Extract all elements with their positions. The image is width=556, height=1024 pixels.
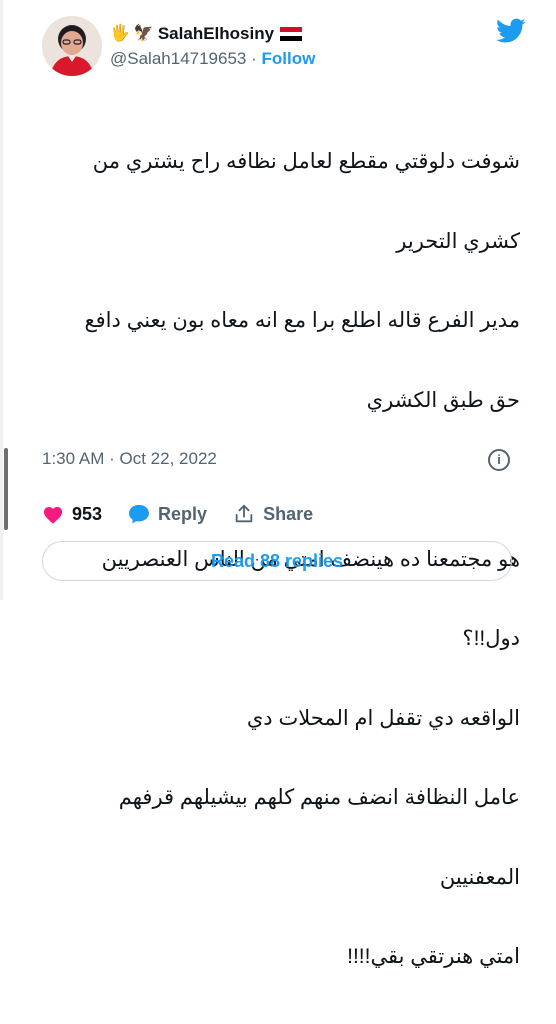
tweet-line: شوفت دلوقتي مقطع لعامل نظافه راح يشتري م… <box>92 150 520 173</box>
author-display-name[interactable]: SalahElhosiny <box>158 23 274 45</box>
handle-separator: · <box>251 49 257 68</box>
egypt-flag-icon <box>280 27 303 41</box>
like-button[interactable]: 953 <box>42 504 102 525</box>
tweet-card: 🖐 🦅 SalahElhosiny @Salah14719653 · Follo… <box>20 0 540 968</box>
follow-button[interactable]: Follow <box>262 49 316 68</box>
tweet-line: امتي هنرتقي بقي!!!! <box>347 945 520 968</box>
read-replies-button[interactable]: Read 88 replies <box>42 541 512 581</box>
tweet-line: عامل النظافة انضف منهم كلهم بيشيلهم قرفه… <box>118 786 520 809</box>
author-name-row[interactable]: 🖐 🦅 SalahElhosiny <box>110 23 315 45</box>
info-icon[interactable]: i <box>488 449 510 471</box>
like-count: 953 <box>72 503 103 524</box>
reply-label: Reply <box>158 503 208 524</box>
tweet-date: Oct 22, 2022 <box>119 449 217 468</box>
timestamp-separator: · <box>109 449 115 468</box>
reply-button[interactable]: Reply <box>128 504 207 525</box>
heart-icon <box>43 507 63 524</box>
twitter-bird-icon[interactable] <box>496 18 526 44</box>
raised-hand-icon: 🖐 <box>110 25 130 42</box>
tweet-timestamp[interactable]: 1:30 AM · Oct 22, 2022 <box>42 449 217 469</box>
tweet-time: 1:30 AM <box>42 449 105 468</box>
reply-bubble-icon <box>129 504 150 524</box>
left-edge <box>0 0 3 600</box>
share-icon <box>235 504 253 523</box>
avatar[interactable] <box>42 16 102 76</box>
tweet-line: الواقعه دي تقفل ام المحلات دي <box>246 706 520 730</box>
eagle-icon: 🦅 <box>133 25 154 42</box>
action-bar: 953 Reply Share <box>42 503 339 525</box>
share-label: Share <box>263 503 314 524</box>
tweet-line: كشري التحرير <box>396 229 520 253</box>
scroll-indicator[interactable] <box>4 448 8 530</box>
author-handle[interactable]: @Salah14719653 <box>110 49 246 68</box>
tweet-line: دول!!؟ <box>462 627 520 650</box>
share-button[interactable]: Share <box>233 503 313 525</box>
tweet-line: مدير الفرع قاله اطلع برا مع انه معاه بون… <box>84 309 520 332</box>
author-block: 🖐 🦅 SalahElhosiny @Salah14719653 · Follo… <box>110 23 315 70</box>
avatar-image <box>42 16 102 76</box>
author-handle-row: @Salah14719653 · Follow <box>110 48 315 70</box>
tweet-line: حق طبق الكشري <box>366 388 520 412</box>
tweet-line: المعفنيين <box>439 865 520 889</box>
